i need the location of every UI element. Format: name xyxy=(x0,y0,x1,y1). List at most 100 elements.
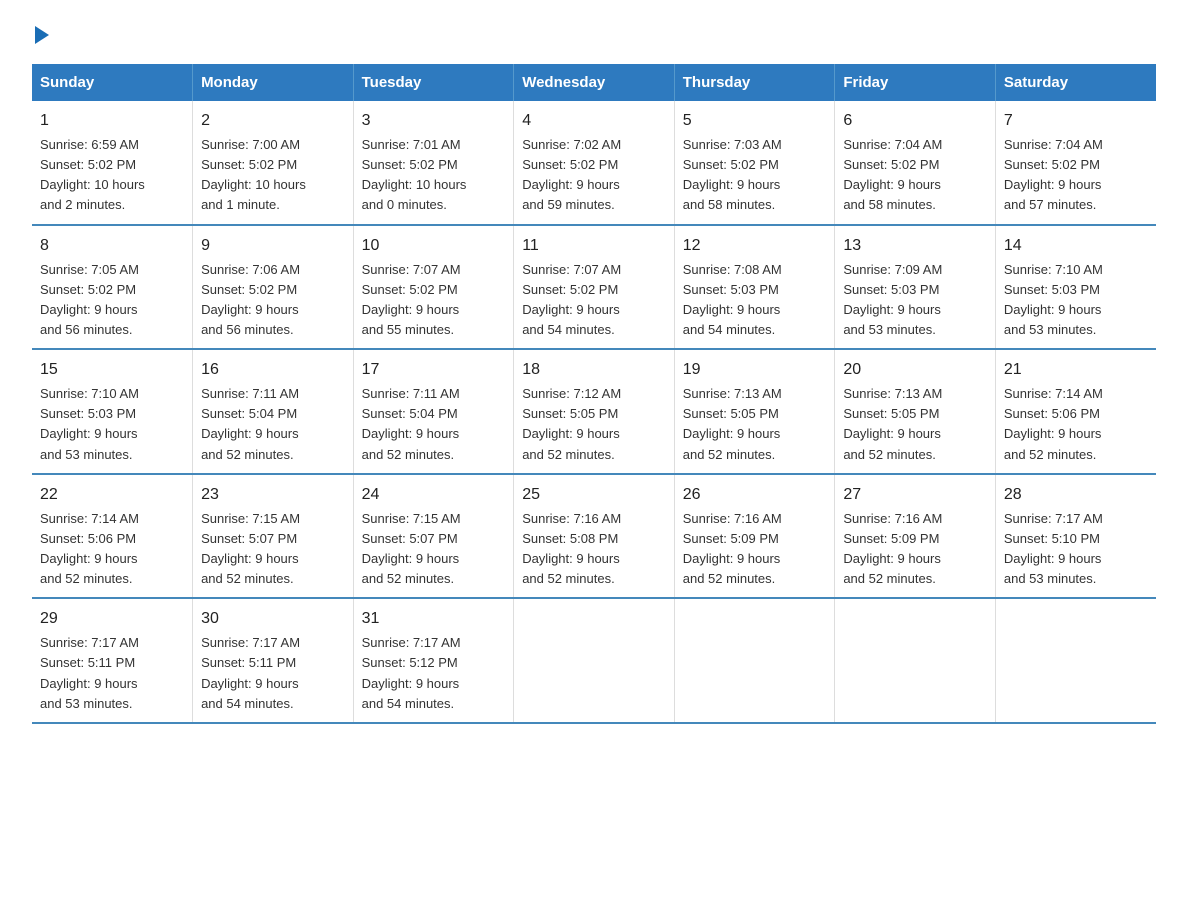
day-number: 16 xyxy=(201,358,345,382)
calendar-cell: 18Sunrise: 7:12 AMSunset: 5:05 PMDayligh… xyxy=(514,349,675,474)
column-header-friday: Friday xyxy=(835,64,996,101)
column-header-wednesday: Wednesday xyxy=(514,64,675,101)
calendar-cell xyxy=(674,598,835,723)
day-number: 5 xyxy=(683,109,827,133)
logo xyxy=(32,24,49,44)
calendar-cell: 1Sunrise: 6:59 AMSunset: 5:02 PMDaylight… xyxy=(32,101,193,225)
day-info: Sunrise: 7:06 AMSunset: 5:02 PMDaylight:… xyxy=(201,260,345,341)
calendar-week-row: 15Sunrise: 7:10 AMSunset: 5:03 PMDayligh… xyxy=(32,349,1156,474)
calendar-cell: 29Sunrise: 7:17 AMSunset: 5:11 PMDayligh… xyxy=(32,598,193,723)
day-number: 9 xyxy=(201,234,345,258)
day-info: Sunrise: 7:01 AMSunset: 5:02 PMDaylight:… xyxy=(362,135,506,216)
logo-general xyxy=(32,24,49,44)
calendar-cell: 12Sunrise: 7:08 AMSunset: 5:03 PMDayligh… xyxy=(674,225,835,350)
day-number: 20 xyxy=(843,358,987,382)
day-info: Sunrise: 7:13 AMSunset: 5:05 PMDaylight:… xyxy=(683,384,827,465)
calendar-cell: 30Sunrise: 7:17 AMSunset: 5:11 PMDayligh… xyxy=(193,598,354,723)
calendar-cell: 15Sunrise: 7:10 AMSunset: 5:03 PMDayligh… xyxy=(32,349,193,474)
day-info: Sunrise: 7:10 AMSunset: 5:03 PMDaylight:… xyxy=(40,384,184,465)
day-info: Sunrise: 7:03 AMSunset: 5:02 PMDaylight:… xyxy=(683,135,827,216)
calendar-cell: 31Sunrise: 7:17 AMSunset: 5:12 PMDayligh… xyxy=(353,598,514,723)
day-info: Sunrise: 7:04 AMSunset: 5:02 PMDaylight:… xyxy=(1004,135,1148,216)
day-number: 30 xyxy=(201,607,345,631)
calendar-cell: 19Sunrise: 7:13 AMSunset: 5:05 PMDayligh… xyxy=(674,349,835,474)
day-info: Sunrise: 7:14 AMSunset: 5:06 PMDaylight:… xyxy=(40,509,184,590)
calendar-cell: 5Sunrise: 7:03 AMSunset: 5:02 PMDaylight… xyxy=(674,101,835,225)
calendar-cell: 7Sunrise: 7:04 AMSunset: 5:02 PMDaylight… xyxy=(995,101,1156,225)
calendar-cell: 16Sunrise: 7:11 AMSunset: 5:04 PMDayligh… xyxy=(193,349,354,474)
column-header-sunday: Sunday xyxy=(32,64,193,101)
day-info: Sunrise: 7:11 AMSunset: 5:04 PMDaylight:… xyxy=(201,384,345,465)
calendar-cell: 3Sunrise: 7:01 AMSunset: 5:02 PMDaylight… xyxy=(353,101,514,225)
day-info: Sunrise: 7:17 AMSunset: 5:10 PMDaylight:… xyxy=(1004,509,1148,590)
day-number: 8 xyxy=(40,234,184,258)
day-number: 26 xyxy=(683,483,827,507)
day-number: 27 xyxy=(843,483,987,507)
column-header-thursday: Thursday xyxy=(674,64,835,101)
calendar-header-row: SundayMondayTuesdayWednesdayThursdayFrid… xyxy=(32,64,1156,101)
day-info: Sunrise: 7:00 AMSunset: 5:02 PMDaylight:… xyxy=(201,135,345,216)
day-number: 14 xyxy=(1004,234,1148,258)
day-number: 23 xyxy=(201,483,345,507)
day-info: Sunrise: 7:12 AMSunset: 5:05 PMDaylight:… xyxy=(522,384,666,465)
day-number: 19 xyxy=(683,358,827,382)
day-number: 18 xyxy=(522,358,666,382)
day-number: 31 xyxy=(362,607,506,631)
day-number: 7 xyxy=(1004,109,1148,133)
day-number: 12 xyxy=(683,234,827,258)
day-number: 25 xyxy=(522,483,666,507)
day-number: 29 xyxy=(40,607,184,631)
day-info: Sunrise: 7:10 AMSunset: 5:03 PMDaylight:… xyxy=(1004,260,1148,341)
day-info: Sunrise: 7:16 AMSunset: 5:08 PMDaylight:… xyxy=(522,509,666,590)
column-header-monday: Monday xyxy=(193,64,354,101)
day-info: Sunrise: 7:13 AMSunset: 5:05 PMDaylight:… xyxy=(843,384,987,465)
column-header-saturday: Saturday xyxy=(995,64,1156,101)
calendar-cell: 17Sunrise: 7:11 AMSunset: 5:04 PMDayligh… xyxy=(353,349,514,474)
calendar-cell: 24Sunrise: 7:15 AMSunset: 5:07 PMDayligh… xyxy=(353,474,514,599)
day-number: 4 xyxy=(522,109,666,133)
calendar-cell: 6Sunrise: 7:04 AMSunset: 5:02 PMDaylight… xyxy=(835,101,996,225)
day-number: 1 xyxy=(40,109,184,133)
calendar-cell: 22Sunrise: 7:14 AMSunset: 5:06 PMDayligh… xyxy=(32,474,193,599)
calendar-table: SundayMondayTuesdayWednesdayThursdayFrid… xyxy=(32,64,1156,724)
day-info: Sunrise: 7:07 AMSunset: 5:02 PMDaylight:… xyxy=(522,260,666,341)
calendar-cell: 28Sunrise: 7:17 AMSunset: 5:10 PMDayligh… xyxy=(995,474,1156,599)
calendar-cell: 25Sunrise: 7:16 AMSunset: 5:08 PMDayligh… xyxy=(514,474,675,599)
day-info: Sunrise: 6:59 AMSunset: 5:02 PMDaylight:… xyxy=(40,135,184,216)
calendar-week-row: 22Sunrise: 7:14 AMSunset: 5:06 PMDayligh… xyxy=(32,474,1156,599)
day-info: Sunrise: 7:16 AMSunset: 5:09 PMDaylight:… xyxy=(683,509,827,590)
calendar-cell: 23Sunrise: 7:15 AMSunset: 5:07 PMDayligh… xyxy=(193,474,354,599)
calendar-cell xyxy=(514,598,675,723)
calendar-cell: 10Sunrise: 7:07 AMSunset: 5:02 PMDayligh… xyxy=(353,225,514,350)
day-info: Sunrise: 7:07 AMSunset: 5:02 PMDaylight:… xyxy=(362,260,506,341)
day-info: Sunrise: 7:09 AMSunset: 5:03 PMDaylight:… xyxy=(843,260,987,341)
calendar-week-row: 1Sunrise: 6:59 AMSunset: 5:02 PMDaylight… xyxy=(32,101,1156,225)
logo-triangle-icon xyxy=(35,26,49,44)
page-header xyxy=(32,24,1156,44)
calendar-cell: 21Sunrise: 7:14 AMSunset: 5:06 PMDayligh… xyxy=(995,349,1156,474)
day-number: 17 xyxy=(362,358,506,382)
day-info: Sunrise: 7:04 AMSunset: 5:02 PMDaylight:… xyxy=(843,135,987,216)
calendar-cell: 14Sunrise: 7:10 AMSunset: 5:03 PMDayligh… xyxy=(995,225,1156,350)
day-info: Sunrise: 7:17 AMSunset: 5:12 PMDaylight:… xyxy=(362,633,506,714)
day-number: 6 xyxy=(843,109,987,133)
calendar-cell: 27Sunrise: 7:16 AMSunset: 5:09 PMDayligh… xyxy=(835,474,996,599)
day-info: Sunrise: 7:08 AMSunset: 5:03 PMDaylight:… xyxy=(683,260,827,341)
calendar-week-row: 29Sunrise: 7:17 AMSunset: 5:11 PMDayligh… xyxy=(32,598,1156,723)
day-info: Sunrise: 7:15 AMSunset: 5:07 PMDaylight:… xyxy=(201,509,345,590)
day-number: 21 xyxy=(1004,358,1148,382)
day-number: 11 xyxy=(522,234,666,258)
column-header-tuesday: Tuesday xyxy=(353,64,514,101)
day-info: Sunrise: 7:05 AMSunset: 5:02 PMDaylight:… xyxy=(40,260,184,341)
day-number: 22 xyxy=(40,483,184,507)
day-number: 28 xyxy=(1004,483,1148,507)
day-number: 15 xyxy=(40,358,184,382)
calendar-week-row: 8Sunrise: 7:05 AMSunset: 5:02 PMDaylight… xyxy=(32,225,1156,350)
day-info: Sunrise: 7:02 AMSunset: 5:02 PMDaylight:… xyxy=(522,135,666,216)
day-info: Sunrise: 7:14 AMSunset: 5:06 PMDaylight:… xyxy=(1004,384,1148,465)
calendar-cell: 4Sunrise: 7:02 AMSunset: 5:02 PMDaylight… xyxy=(514,101,675,225)
calendar-cell xyxy=(835,598,996,723)
calendar-cell xyxy=(995,598,1156,723)
day-number: 13 xyxy=(843,234,987,258)
day-number: 3 xyxy=(362,109,506,133)
